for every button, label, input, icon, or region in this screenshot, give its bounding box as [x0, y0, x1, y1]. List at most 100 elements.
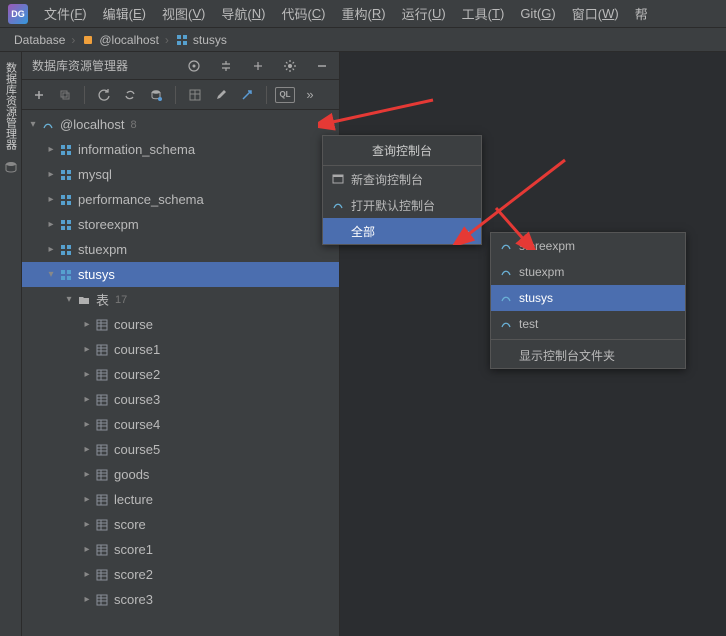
panel-toolbar: QL » [22, 80, 339, 110]
tree-arrow-icon[interactable] [80, 419, 94, 430]
tree-row[interactable]: score3 [22, 587, 339, 612]
menu-item[interactable]: 帮 [627, 0, 656, 28]
tree-row[interactable]: course [22, 312, 339, 337]
chevron-right-icon: ▸ [463, 224, 469, 238]
tree-arrow-icon[interactable] [80, 519, 94, 530]
gutter-tab-database[interactable]: 数据库资源管理器 [3, 58, 19, 154]
expand-icon[interactable] [215, 55, 237, 77]
ctx-db-item[interactable]: stusys [491, 285, 685, 311]
tree-arrow-icon[interactable] [44, 269, 58, 280]
ctx-db-item[interactable]: stuexpm [491, 259, 685, 285]
tree-node-label: course5 [114, 442, 160, 457]
tree-row[interactable]: score1 [22, 537, 339, 562]
panel-header: 数据库资源管理器 [22, 52, 339, 80]
tree-arrow-icon[interactable] [44, 194, 58, 205]
collapse-icon[interactable] [247, 55, 269, 77]
tree-arrow-icon[interactable] [44, 169, 58, 180]
tree-row[interactable]: mysql [22, 162, 339, 187]
copy-icon[interactable] [54, 84, 76, 106]
datasource-icon[interactable] [145, 84, 167, 106]
ctx-db-item[interactable]: storeexpm [491, 233, 685, 259]
tree-arrow-icon[interactable] [26, 119, 40, 130]
tree-arrow-icon[interactable] [62, 294, 76, 305]
tree-node-icon [58, 192, 74, 208]
tree-arrow-icon[interactable] [80, 544, 94, 555]
refresh-icon[interactable] [93, 84, 115, 106]
tree-arrow-icon[interactable] [44, 144, 58, 155]
tree-arrow-icon[interactable] [44, 244, 58, 255]
tree-row[interactable]: storeexpm [22, 212, 339, 237]
tree-row[interactable]: @localhost8 [22, 112, 339, 137]
tree-node-icon [94, 592, 110, 608]
tree-row[interactable]: 表 17 [22, 287, 339, 312]
menu-item[interactable]: 导航(N) [213, 0, 273, 28]
tree-node-icon [94, 517, 110, 533]
tree-node-label: performance_schema [78, 192, 204, 207]
breadcrumb-item[interactable]: @localhost [77, 33, 163, 47]
tree-arrow-icon[interactable] [80, 319, 94, 330]
menu-item[interactable]: 工具(T) [454, 0, 513, 28]
sync-icon[interactable] [119, 84, 141, 106]
jump-icon[interactable] [236, 84, 258, 106]
target-icon[interactable] [183, 55, 205, 77]
tree-count: 17 [115, 294, 127, 306]
menu-item[interactable]: 文件(F) [36, 0, 95, 28]
gear-icon[interactable] [279, 55, 301, 77]
breadcrumb-item[interactable]: stusys [171, 33, 231, 47]
tree-node-label: storeexpm [78, 217, 139, 232]
menu-item[interactable]: 视图(V) [154, 0, 213, 28]
menu-item[interactable]: 运行(U) [394, 0, 454, 28]
tree-node-label: goods [114, 467, 149, 482]
ctx-all[interactable]: 全部 ▸ [323, 218, 481, 244]
ctx-show-folder[interactable]: 显示控制台文件夹 [491, 342, 685, 368]
menu-item[interactable]: 窗口(W) [564, 0, 627, 28]
menu-item[interactable]: Git(G) [512, 0, 563, 28]
tree-arrow-icon[interactable] [80, 344, 94, 355]
menu-item[interactable]: 代码(C) [273, 0, 333, 28]
ctx-new-console[interactable]: 新查询控制台 [323, 166, 481, 192]
tree-row[interactable]: stuexpm [22, 237, 339, 262]
separator [491, 339, 685, 340]
tree-row[interactable]: course2 [22, 362, 339, 387]
overflow-icon[interactable]: » [299, 84, 321, 106]
tree-node-icon [58, 167, 74, 183]
tree-arrow-icon[interactable] [80, 494, 94, 505]
tree-arrow-icon[interactable] [80, 369, 94, 380]
tree-row[interactable]: score [22, 512, 339, 537]
tree-row[interactable]: course4 [22, 412, 339, 437]
tree-node-icon [76, 292, 92, 308]
tree-row[interactable]: course3 [22, 387, 339, 412]
tree-arrow-icon[interactable] [80, 469, 94, 480]
tree-arrow-icon[interactable] [80, 394, 94, 405]
tree-row[interactable]: goods [22, 462, 339, 487]
edit-icon[interactable] [210, 84, 232, 106]
tree-node-label: 表 [96, 290, 109, 309]
tree-node-icon [94, 392, 110, 408]
console-icon[interactable]: QL [275, 87, 295, 103]
tree-row[interactable]: stusys [22, 262, 339, 287]
breadcrumb: Database › @localhost › stusys [0, 28, 726, 52]
tree-node-icon [94, 467, 110, 483]
tree-row[interactable]: information_schema [22, 137, 339, 162]
tree-row[interactable]: lecture [22, 487, 339, 512]
tree-row[interactable]: course5 [22, 437, 339, 462]
add-icon[interactable] [28, 84, 50, 106]
tree-row[interactable]: course1 [22, 337, 339, 362]
tree-arrow-icon[interactable] [80, 444, 94, 455]
tree-node-label: lecture [114, 492, 153, 507]
table-icon[interactable] [184, 84, 206, 106]
breadcrumb-item[interactable]: Database [10, 33, 69, 47]
menu-item[interactable]: 编辑(E) [95, 0, 154, 28]
ctx-db-item[interactable]: test [491, 311, 685, 337]
tree-arrow-icon[interactable] [44, 219, 58, 230]
tree-arrow-icon[interactable] [80, 569, 94, 580]
ctx-open-default[interactable]: 打开默认控制台 [323, 192, 481, 218]
context-menu-console: 查询控制台 新查询控制台 打开默认控制台 全部 ▸ [322, 135, 482, 245]
tree-row[interactable]: score2 [22, 562, 339, 587]
minimize-icon[interactable] [311, 55, 333, 77]
tree-row[interactable]: performance_schema [22, 187, 339, 212]
database-icon[interactable] [4, 160, 18, 174]
panel-title: 数据库资源管理器 [32, 57, 128, 74]
tree-arrow-icon[interactable] [80, 594, 94, 605]
menu-item[interactable]: 重构(R) [334, 0, 394, 28]
